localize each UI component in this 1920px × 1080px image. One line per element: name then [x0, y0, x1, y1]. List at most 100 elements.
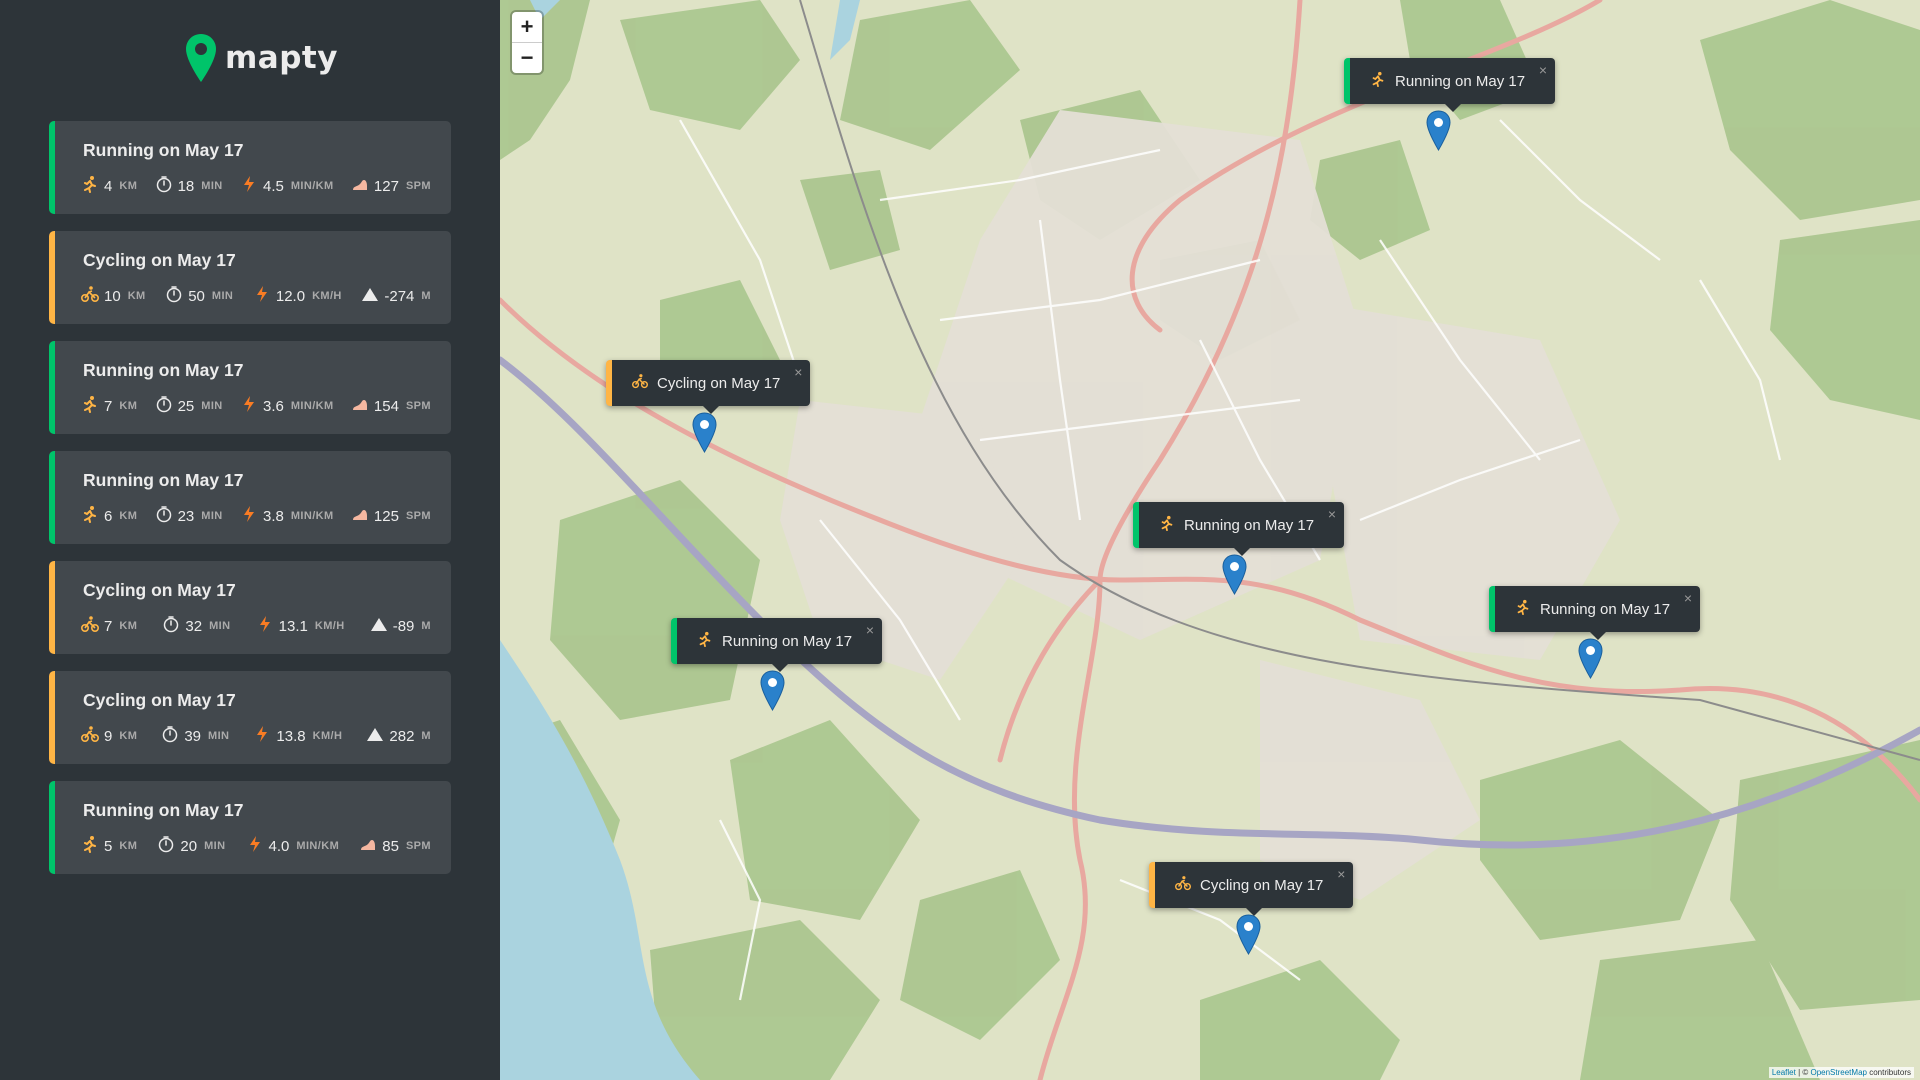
workout-popup-running[interactable]: Running on May 17 × — [671, 618, 883, 672]
workout-title: Running on May 17 — [83, 360, 244, 380]
workout-title: Cycling on May 17 — [83, 690, 236, 710]
popup-label: Cycling on May 17 — [1200, 876, 1324, 894]
workout-card-cycling[interactable]: Cycling on May 17 7 KM 32 MIN 13.1 KM/H -89 M — [49, 561, 451, 654]
distance-detail: 6 KM — [81, 505, 137, 527]
workout-card-cycling[interactable]: Cycling on May 17 9 KM 39 MIN 13.8 KM/H 282 M — [49, 671, 451, 764]
workout-details: 6 KM 23 MIN 3.8 MIN/KM 125 SPM — [81, 505, 431, 527]
map-marker-icon[interactable] — [1236, 914, 1261, 955]
cycling-icon — [81, 615, 99, 637]
speed-value: 12.0 — [275, 287, 306, 305]
running-icon — [1515, 599, 1540, 619]
duration-value: 32 — [185, 617, 203, 635]
bolt-icon — [256, 615, 274, 637]
workout-details: 4 KM 18 MIN 4.5 MIN/KM 127 SPM — [81, 175, 431, 197]
extra-detail: 125 SPM — [351, 505, 431, 527]
duration-detail: 39 MIN — [161, 725, 229, 747]
distance-detail: 7 KM — [81, 615, 137, 637]
distance-detail: 7 KM — [81, 395, 137, 417]
workout-popup-cycling[interactable]: Cycling on May 17 × — [606, 360, 811, 414]
running-icon — [81, 395, 99, 417]
running-icon — [81, 175, 99, 197]
popup-label: Running on May 17 — [1184, 516, 1315, 534]
zoom-out-button[interactable]: − — [512, 43, 542, 73]
workout-popup-running[interactable]: Running on May 17 × — [1133, 502, 1345, 556]
distance-unit: KM — [119, 180, 138, 192]
duration-value: 20 — [180, 837, 198, 855]
app-name: mapty — [225, 40, 338, 76]
speed-unit: MIN/KM — [290, 510, 334, 522]
workout-card-running[interactable]: Running on May 17 4 KM 18 MIN 4.5 MIN/KM 127 SPM — [49, 121, 451, 214]
distance-unit: KM — [119, 400, 138, 412]
map-marker-icon[interactable] — [760, 670, 785, 711]
popup-label: Running on May 17 — [1540, 600, 1671, 618]
close-icon[interactable]: × — [1337, 866, 1345, 882]
workout-popup-running[interactable]: Running on May 17 × — [1344, 58, 1556, 112]
speed-unit: MIN/KM — [290, 180, 334, 192]
footprint-icon — [351, 175, 369, 197]
running-icon — [697, 631, 722, 651]
speed-unit: KM/H — [312, 290, 342, 302]
map-attribution: Leaflet | © OpenStreetMap contributors — [1768, 1067, 1914, 1078]
workout-popup-cycling[interactable]: Cycling on May 17 × — [1149, 862, 1354, 916]
mountain-icon — [361, 285, 379, 307]
footprint-icon — [359, 835, 377, 857]
stopwatch-icon — [157, 835, 175, 857]
speed-value: 4.0 — [268, 837, 290, 855]
bolt-icon — [240, 175, 258, 197]
cycling-icon — [1175, 875, 1200, 895]
duration-detail: 25 MIN — [155, 395, 223, 417]
map-marker-icon[interactable] — [692, 412, 717, 453]
extra-unit: SPM — [405, 180, 431, 192]
workout-title: Running on May 17 — [83, 470, 244, 490]
speed-detail: 3.8 MIN/KM — [240, 505, 334, 527]
duration-value: 23 — [177, 507, 195, 525]
distance-detail: 10 KM — [81, 285, 146, 307]
speed-unit: KM/H — [312, 730, 343, 742]
running-icon — [81, 505, 99, 527]
speed-value: 13.1 — [278, 617, 308, 635]
map-pin-logo-icon — [186, 34, 216, 82]
workout-list: Running on May 17 4 KM 18 MIN 4.5 MIN/KM 127 SPM… — [49, 121, 451, 891]
duration-unit: MIN — [209, 620, 231, 632]
close-icon[interactable]: × — [1684, 590, 1692, 606]
duration-unit: MIN — [201, 180, 223, 192]
extra-detail: 127 SPM — [351, 175, 431, 197]
workout-title: Running on May 17 — [83, 140, 244, 160]
cadence-value: 154 — [373, 397, 399, 415]
workout-popup-running[interactable]: Running on May 17 × — [1489, 586, 1701, 640]
extra-detail: 154 SPM — [351, 395, 431, 417]
speed-detail: 13.8 KM/H — [253, 725, 342, 747]
zoom-in-button[interactable]: + — [512, 12, 542, 43]
duration-unit: MIN — [204, 840, 226, 852]
running-icon — [1370, 71, 1395, 91]
distance-unit: KM — [119, 510, 138, 522]
workout-card-running[interactable]: Running on May 17 5 KM 20 MIN 4.0 MIN/KM 85 SPM — [49, 781, 451, 874]
map-marker-icon[interactable] — [1426, 110, 1451, 151]
popup-label: Running on May 17 — [1395, 72, 1526, 90]
speed-detail: 4.5 MIN/KM — [240, 175, 334, 197]
bolt-icon — [240, 395, 258, 417]
map-marker-icon[interactable] — [1578, 638, 1603, 679]
distance-value: 9 — [104, 727, 113, 745]
map[interactable]: + − Running on May 17 × Cycling on May 17 ×… — [500, 0, 1920, 1080]
mountain-icon — [366, 725, 384, 747]
close-icon[interactable]: × — [1328, 506, 1336, 522]
extra-detail: 282 M — [366, 725, 431, 747]
popup-label: Cycling on May 17 — [657, 374, 781, 392]
elevation-value: 282 — [389, 727, 415, 745]
osm-link[interactable]: OpenStreetMap — [1810, 1068, 1866, 1077]
close-icon[interactable]: × — [866, 622, 874, 638]
bolt-icon — [253, 285, 271, 307]
close-icon[interactable]: × — [1539, 62, 1547, 78]
workout-card-running[interactable]: Running on May 17 6 KM 23 MIN 3.8 MIN/KM 125 SPM — [49, 451, 451, 544]
zoom-control: + − — [512, 12, 542, 73]
speed-value: 3.8 — [262, 507, 284, 525]
workout-card-cycling[interactable]: Cycling on May 17 10 KM 50 MIN 12.0 KM/H -274 M — [49, 231, 451, 324]
speed-unit: KM/H — [314, 620, 345, 632]
speed-detail: 3.6 MIN/KM — [240, 395, 334, 417]
speed-detail: 13.1 KM/H — [256, 615, 345, 637]
map-marker-icon[interactable] — [1222, 554, 1247, 595]
leaflet-link[interactable]: Leaflet — [1772, 1068, 1796, 1077]
close-icon[interactable]: × — [794, 364, 802, 380]
workout-card-running[interactable]: Running on May 17 7 KM 25 MIN 3.6 MIN/KM 154 SPM — [49, 341, 451, 434]
